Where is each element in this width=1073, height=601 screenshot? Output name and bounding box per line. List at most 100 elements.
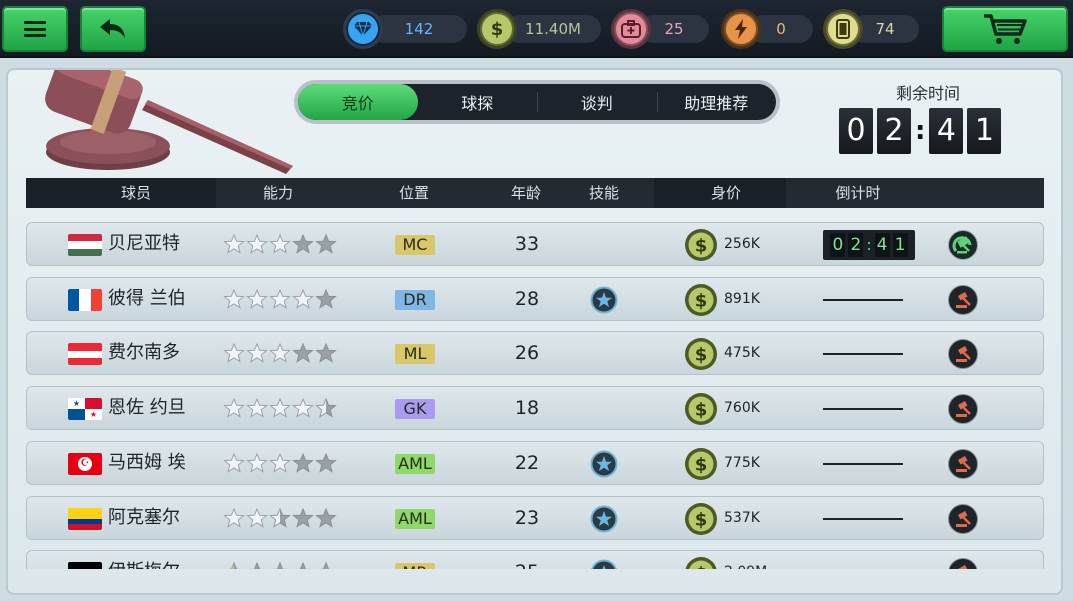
player-value: 775K xyxy=(724,454,760,471)
diamond-resource[interactable]: 142 xyxy=(343,9,467,49)
table-row[interactable]: ★ ★ 恩佐 约旦 GK 18 $ 760K xyxy=(26,386,1044,431)
star-icon xyxy=(323,562,329,569)
header-countdown: 倒计时 xyxy=(835,184,881,202)
bid-button-icon[interactable] xyxy=(947,229,979,261)
star-icon xyxy=(269,452,291,473)
gavel-bid-icon[interactable] xyxy=(947,448,979,480)
medkit-resource[interactable]: 25 xyxy=(611,9,709,49)
diamond-icon xyxy=(343,9,383,49)
gavel-bid-icon[interactable] xyxy=(947,338,979,370)
player-name[interactable]: 费尔南多 xyxy=(108,332,180,374)
no-countdown-dash xyxy=(823,462,903,465)
table-row[interactable]: 伊斯梅尔 MR 25 $ 2.09M xyxy=(26,550,1044,569)
flag-icon xyxy=(68,288,102,311)
star-icon xyxy=(315,288,337,309)
star-icon xyxy=(292,452,314,473)
player-age: 26 xyxy=(514,342,540,365)
player-value: 256K xyxy=(724,236,760,252)
gavel-bid-icon[interactable] xyxy=(947,393,979,425)
card-resource[interactable]: 74 xyxy=(823,9,919,49)
star-icon xyxy=(292,507,314,528)
star-icon xyxy=(315,507,337,528)
tab-negotiate[interactable]: 谈判 xyxy=(537,84,657,120)
ability-stars xyxy=(223,452,338,473)
timer-digit: 1 xyxy=(967,108,1002,154)
header-skill: 技能 xyxy=(588,184,619,202)
medkit-icon xyxy=(611,9,651,49)
timer-digit: 0 xyxy=(839,108,873,154)
gavel-bid-icon[interactable] xyxy=(947,557,979,569)
tab-assistant[interactable]: 助理推荐 xyxy=(656,84,777,120)
player-value: 537K xyxy=(724,509,760,526)
table-row[interactable]: 彼得 兰伯 DR 28 $ 891K xyxy=(26,276,1044,321)
star-icon xyxy=(223,507,245,528)
table-header: 球员 能力 位置 年龄 技能 身价 倒计时 xyxy=(26,178,1044,208)
dollar-coin-icon: $ xyxy=(477,9,517,49)
player-name[interactable]: 阿克塞尔 xyxy=(108,497,180,539)
timer-colon: : xyxy=(915,116,926,146)
star-icon xyxy=(292,288,314,309)
ability-stars xyxy=(223,234,338,254)
table-row[interactable]: ☪ 马西姆 埃 AML 22 $ 775K xyxy=(26,440,1044,485)
star-icon xyxy=(269,234,291,254)
star-icon xyxy=(269,507,291,528)
timer-digit: 4 xyxy=(929,108,964,154)
player-age: 28 xyxy=(514,287,540,310)
remaining-time-label: 剩余时间 xyxy=(895,84,960,103)
hamburger-icon xyxy=(24,21,46,37)
svg-text:$: $ xyxy=(695,564,708,569)
star-icon xyxy=(269,343,291,364)
no-countdown-dash xyxy=(823,353,903,356)
gavel-bid-icon[interactable] xyxy=(947,503,979,535)
flag-icon xyxy=(68,234,102,256)
player-name[interactable]: 马西姆 埃 xyxy=(108,442,186,484)
position-badge: MC xyxy=(395,235,435,255)
energy-resource[interactable]: 0 xyxy=(721,9,813,49)
player-list: 贝尼亚特 MC 33 $ 256K 02:41 彼得 兰伯 DR 28 $ 89… xyxy=(26,222,1044,569)
gavel-bid-icon[interactable] xyxy=(947,284,979,316)
ability-stars xyxy=(223,562,338,569)
svg-text:$: $ xyxy=(695,400,708,421)
tab-bar: 竞价 球探 谈判 助理推荐 xyxy=(294,80,780,124)
svg-text:$: $ xyxy=(695,290,708,311)
remaining-time-display: 0 2 : 4 1 xyxy=(839,108,1005,154)
player-name[interactable]: 彼得 兰伯 xyxy=(108,278,186,320)
star-icon xyxy=(223,452,245,473)
table-row[interactable]: 贝尼亚特 MC 33 $ 256K 02:41 xyxy=(26,222,1044,266)
no-countdown-dash xyxy=(823,517,903,520)
star-icon xyxy=(269,398,291,418)
skill-star-icon[interactable] xyxy=(590,559,618,569)
tab-scout[interactable]: 球探 xyxy=(418,84,538,120)
skill-star-icon[interactable] xyxy=(590,286,618,314)
back-button[interactable] xyxy=(80,6,146,52)
skill-star-icon[interactable] xyxy=(590,450,618,478)
star-icon xyxy=(246,234,268,254)
position-badge: AML xyxy=(395,508,435,529)
shop-button[interactable] xyxy=(942,6,1068,52)
player-age: 22 xyxy=(514,451,540,474)
star-icon xyxy=(315,234,337,254)
ability-stars xyxy=(223,507,338,528)
menu-button[interactable] xyxy=(2,6,68,52)
player-value: 891K xyxy=(724,290,760,307)
skill-star-icon[interactable] xyxy=(590,505,618,533)
cash-resource[interactable]: 11.40M $ xyxy=(477,9,601,49)
table-row[interactable]: 阿克塞尔 AML 23 $ 537K xyxy=(26,495,1044,540)
player-name[interactable]: 恩佐 约旦 xyxy=(108,387,186,429)
gavel-illustration-icon xyxy=(45,70,293,174)
player-name[interactable]: 伊斯梅尔 xyxy=(108,551,180,569)
header-value: 身价 xyxy=(710,184,741,202)
star-icon xyxy=(246,343,268,364)
flag-icon xyxy=(68,562,102,569)
dollar-coin-icon: $ xyxy=(685,557,717,569)
player-age: 23 xyxy=(514,506,540,529)
player-value: 475K xyxy=(724,345,760,362)
player-name[interactable]: 贝尼亚特 xyxy=(108,223,180,265)
back-arrow-icon xyxy=(100,19,125,38)
cash-amount: 11.40M xyxy=(505,15,601,43)
tab-bidding[interactable]: 竞价 xyxy=(298,84,418,120)
dollar-coin-icon: $ xyxy=(685,393,717,426)
ability-stars xyxy=(223,288,338,309)
table-row[interactable]: 费尔南多 ML 26 $ 475K xyxy=(26,331,1044,376)
player-age: 25 xyxy=(497,551,557,569)
